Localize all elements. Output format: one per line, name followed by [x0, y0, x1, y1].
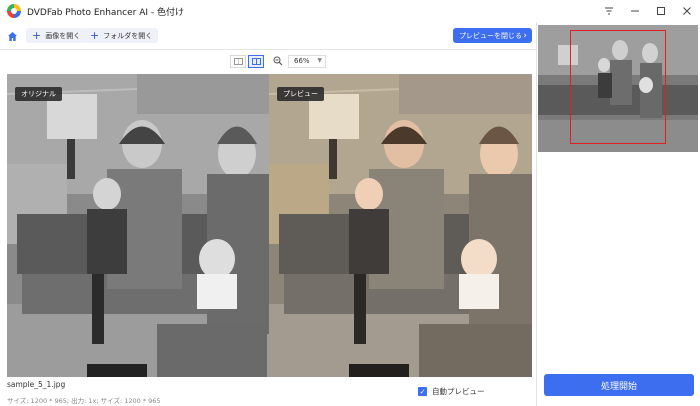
navigator-thumbnail[interactable]: [538, 25, 698, 152]
auto-preview-checkbox[interactable]: ✓: [418, 387, 427, 396]
auto-preview-label: 自動プレビュー: [432, 387, 485, 396]
original-photo: [7, 74, 269, 377]
split-view-icon[interactable]: [248, 54, 264, 68]
open-folder-label: フォルダを開く: [103, 31, 153, 40]
maximize-icon[interactable]: [648, 0, 674, 22]
title-bar: DVDFab Photo Enhancer AI - 色付け: [0, 0, 700, 22]
filter-icon[interactable]: [596, 0, 622, 22]
original-image-pane[interactable]: オリジナル: [7, 74, 269, 377]
start-process-button[interactable]: 処理開始: [544, 374, 694, 396]
zoom-icon[interactable]: [272, 55, 284, 67]
auto-preview-toggle[interactable]: ✓ 自動プレビュー: [418, 386, 485, 397]
app-logo: [7, 4, 21, 18]
open-image-button[interactable]: + 画像を開く: [26, 28, 87, 43]
zoom-select[interactable]: 66% ▼: [288, 54, 326, 68]
close-icon[interactable]: [674, 0, 700, 22]
file-name: sample_5_1.jpg: [7, 380, 66, 389]
single-view-icon[interactable]: [230, 54, 246, 68]
zoom-value: 66%: [294, 57, 310, 65]
preview-photo: [269, 74, 532, 377]
close-preview-label: プレビューを閉じる: [459, 31, 522, 40]
chevron-down-icon: ▼: [317, 56, 322, 64]
minimize-icon[interactable]: [622, 0, 648, 22]
file-size-info: サイズ: 1200 * 965; 出力: 1x; サイズ: 1200 * 965: [7, 397, 161, 405]
window-title: DVDFab Photo Enhancer AI - 色付け: [27, 7, 184, 18]
toolbar-divider: [0, 49, 536, 50]
plus-icon: +: [90, 29, 100, 42]
window-controls: [596, 0, 700, 22]
chevron-right-icon: ›: [523, 30, 527, 41]
viewport-frame[interactable]: [570, 30, 666, 144]
original-label: オリジナル: [15, 87, 62, 101]
view-controls: 66% ▼: [230, 54, 326, 68]
toolbar: + 画像を開く + フォルダを開く プレビューを閉じる ›: [0, 26, 536, 46]
close-preview-button[interactable]: プレビューを閉じる ›: [453, 28, 532, 43]
open-image-label: 画像を開く: [45, 31, 81, 40]
open-folder-button[interactable]: + フォルダを開く: [84, 28, 159, 43]
home-icon[interactable]: [5, 29, 19, 43]
preview-label: プレビュー: [277, 87, 324, 101]
preview-image-pane[interactable]: プレビュー: [269, 74, 532, 377]
plus-icon: +: [32, 29, 42, 42]
